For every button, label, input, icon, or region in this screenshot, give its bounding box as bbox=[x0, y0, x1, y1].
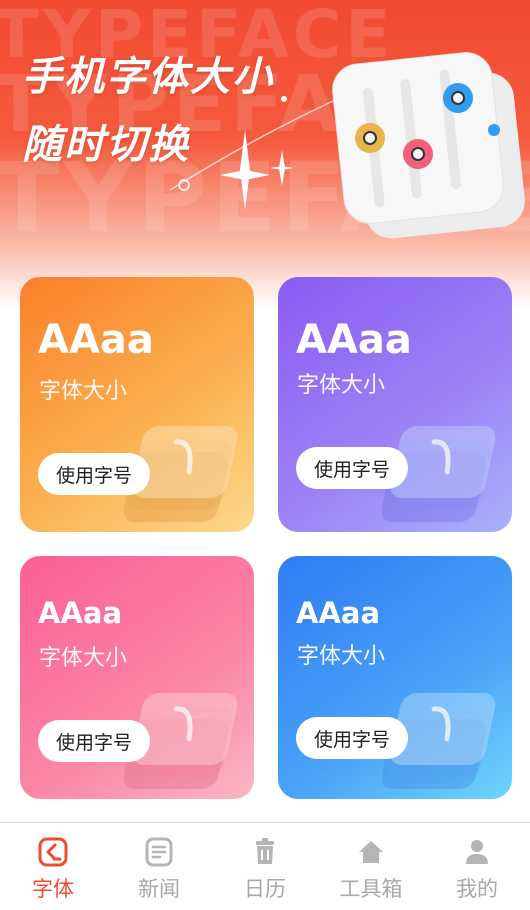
tab-font[interactable]: 字体 bbox=[0, 823, 106, 910]
tab-toolbox[interactable]: 工具箱 bbox=[318, 823, 424, 910]
font-size-card[interactable]: AAaa 字体大小 使用字号 bbox=[278, 556, 512, 799]
hero-title-line2: 随时切换 bbox=[22, 122, 190, 168]
user-icon bbox=[460, 835, 494, 869]
hero-banner: TYPEFACE TYPEFACE TYPEFACE 手机字体大小 随时切换 bbox=[0, 0, 530, 310]
use-font-size-button[interactable]: 使用字号 bbox=[296, 447, 409, 489]
font-sample: AAaa bbox=[296, 596, 381, 630]
font-size-card[interactable]: AAaa 字体大小 使用字号 bbox=[20, 556, 254, 799]
slider-settings-icon bbox=[332, 52, 525, 239]
font-size-label: 字体大小 bbox=[297, 644, 386, 669]
use-font-size-button[interactable]: 使用字号 bbox=[296, 717, 409, 759]
font-size-label: 字体大小 bbox=[39, 646, 128, 671]
font-icon bbox=[36, 835, 70, 869]
font-size-card[interactable]: AAaa 字体大小 使用字号 bbox=[278, 277, 512, 532]
tab-mine[interactable]: 我的 bbox=[424, 823, 530, 910]
tab-label: 新闻 bbox=[138, 877, 180, 901]
sparkle-icon bbox=[170, 96, 336, 210]
tab-calendar[interactable]: 日历 bbox=[212, 823, 318, 910]
tab-news[interactable]: 新闻 bbox=[106, 823, 212, 910]
font-sample: AAaa bbox=[296, 317, 412, 363]
tab-label: 字体 bbox=[32, 877, 74, 901]
font-sample: AAaa bbox=[38, 317, 154, 363]
use-font-size-button[interactable]: 使用字号 bbox=[38, 453, 151, 495]
calendar-icon bbox=[248, 835, 282, 869]
use-font-size-button[interactable]: 使用字号 bbox=[38, 720, 151, 762]
font-size-label: 字体大小 bbox=[297, 373, 386, 398]
font-sample: AAaa bbox=[38, 596, 123, 630]
tab-label: 工具箱 bbox=[339, 877, 403, 901]
tab-label: 日历 bbox=[244, 877, 286, 901]
font-size-card[interactable]: AAaa 字体大小 使用字号 bbox=[20, 277, 254, 532]
font-size-label: 字体大小 bbox=[39, 379, 128, 404]
tab-label: 我的 bbox=[456, 877, 498, 901]
home-icon bbox=[354, 835, 388, 869]
bottom-tab-bar: 字体 新闻 日历 工具箱 我的 bbox=[0, 822, 530, 910]
news-icon bbox=[142, 835, 176, 869]
